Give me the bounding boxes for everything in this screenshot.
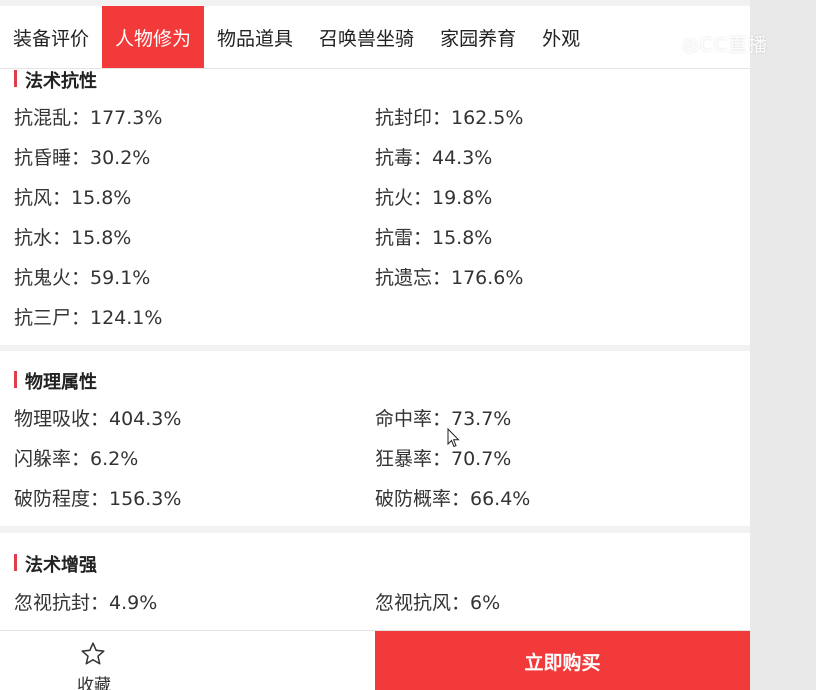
stat-item: 抗混乱：177.3% [14, 107, 163, 129]
tab-appearance[interactable]: 外观 [529, 6, 593, 68]
stat-item: 抗鬼火：59.1% [14, 267, 151, 289]
right-margin [750, 0, 816, 690]
buy-now-label: 立即购买 [524, 651, 601, 674]
stat-item: 抗火：19.8% [375, 187, 493, 209]
star-icon [81, 642, 105, 665]
magic-resist-card: 法术抗性 抗混乱：177.3% 抗封印：162.5% 抗昏睡：30.2% 抗毒：… [0, 69, 750, 345]
stat-item: 狂暴率：70.7% [375, 448, 512, 470]
tab-character-cultivation[interactable]: 人物修为 [102, 6, 205, 68]
bottom-action-bar: 收藏 立即购买 [0, 630, 750, 690]
stat-item: 物理吸收：404.3% [14, 408, 182, 430]
mouse-cursor-icon [447, 428, 460, 448]
stat-item: 抗毒：44.3% [375, 147, 493, 169]
tab-items[interactable]: 物品道具 [204, 6, 306, 68]
section-title-physical: 物理属性 [14, 368, 97, 394]
watermark-logo: ◎CC直播 [682, 34, 769, 56]
stat-item: 抗封印：162.5% [375, 107, 524, 129]
stat-item: 抗三尸：124.1% [14, 307, 163, 329]
section-title-magic-resist: 法术抗性 [14, 67, 97, 93]
buy-now-button[interactable]: 立即购买 [375, 631, 750, 690]
category-tabs: 装备评价 人物修为 物品道具 召唤兽坐骑 家园养育 外观 [0, 6, 750, 69]
stat-item: 破防概率：66.4% [375, 488, 531, 510]
favorite-button[interactable]: 收藏 [0, 631, 188, 690]
stat-item: 抗雷：15.8% [375, 227, 493, 249]
tab-homestead[interactable]: 家园养育 [427, 6, 529, 68]
stat-item: 抗遗忘：176.6% [375, 267, 524, 289]
stat-item: 命中率：73.7% [375, 408, 512, 430]
tab-summons-mounts[interactable]: 召唤兽坐骑 [306, 6, 427, 68]
favorite-label: 收藏 [77, 676, 111, 690]
stat-item: 抗水：15.8% [14, 227, 132, 249]
magic-boost-card: 法术增强 忽视抗封：4.9% 忽视抗风：6% [0, 533, 750, 633]
stat-item: 忽视抗风：6% [375, 592, 501, 614]
stat-item: 闪躲率：6.2% [14, 448, 139, 470]
detail-panel: 装备评价 人物修为 物品道具 召唤兽坐骑 家园养育 外观 法术抗性 抗混乱：17… [0, 0, 750, 690]
section-title-magic-boost: 法术增强 [14, 551, 97, 577]
stat-item: 破防程度：156.3% [14, 488, 182, 510]
tab-equipment-rating[interactable]: 装备评价 [0, 6, 102, 68]
physical-attributes-card: 物理属性 物理吸收：404.3% 命中率：73.7% 闪躲率：6.2% 狂暴率：… [0, 351, 750, 526]
stat-item: 忽视抗封：4.9% [14, 592, 158, 614]
stat-item: 抗昏睡：30.2% [14, 147, 151, 169]
stat-item: 抗风：15.8% [14, 187, 132, 209]
